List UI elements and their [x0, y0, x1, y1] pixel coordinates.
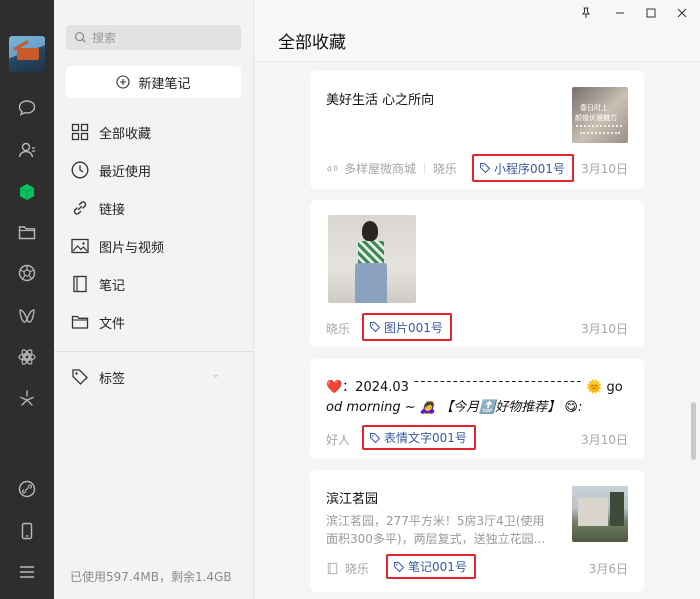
sidebar-item-all[interactable]: 全部收藏 [70, 120, 240, 144]
nav-rail [0, 0, 54, 599]
scrollbar[interactable] [691, 402, 696, 460]
card-text-line-1: ❤️：2024.03 ˉˉˉˉˉˉˉˉˉˉˉˉˉˉˉˉˉˉˉˉˉˉˉˉˉˉ 🌞 … [326, 380, 623, 395]
notebook-icon [73, 275, 87, 293]
tag-label: 笔记001号 [408, 560, 467, 574]
plus-circle-icon [116, 75, 131, 89]
sidebar-item-notes[interactable]: 笔记 [70, 272, 240, 296]
grid-icon [71, 123, 89, 141]
folder-icon [71, 315, 89, 329]
sidebar-item-label: 文件 [99, 316, 126, 332]
tag-icon [72, 369, 88, 385]
sidebar-divider [54, 351, 254, 352]
tag-label: 表情文字001号 [384, 431, 467, 445]
tag-badge[interactable]: 表情文字001号 [362, 425, 476, 450]
favorite-card-miniprogram[interactable]: 美好生活 心之所向 春日时上 颜值优雅魅力 多样屋微商城 晓乐 小程序001号 … [310, 71, 644, 189]
search-icon [74, 31, 86, 43]
tag-icon [370, 322, 381, 333]
sidebar-item-label: 全部收藏 [99, 126, 152, 142]
mini-program-link-icon [327, 165, 338, 172]
new-note-button[interactable]: 新建笔记 [66, 66, 241, 98]
close-icon[interactable] [674, 5, 690, 21]
card-title: 美好生活 心之所向 [326, 93, 435, 108]
tag-icon [370, 432, 381, 443]
card-thumbnail: 春日时上 颜值优雅魅力 [572, 87, 628, 143]
tag-badge[interactable]: 图片001号 [362, 313, 452, 341]
avatar[interactable] [9, 36, 45, 72]
chat-icon[interactable] [15, 96, 39, 120]
favorite-card-image[interactable]: 晓乐 图片001号 3月10日 [310, 200, 644, 347]
clock-icon [71, 161, 89, 179]
link-circle-icon[interactable] [15, 477, 39, 501]
moments-icon[interactable] [15, 261, 39, 285]
card-meta: 好人 [326, 431, 350, 448]
storage-usage: 已使用597.4MB，剩余1.4GB [70, 570, 232, 584]
sidebar-item-recent[interactable]: 最近使用 [70, 158, 240, 182]
page-title: 全部收藏 [278, 33, 346, 53]
tag-icon [480, 163, 491, 174]
note-icon [327, 562, 338, 575]
sidebar-item-tags[interactable]: 标签 ⌄ [70, 365, 240, 389]
sidebar-item-media[interactable]: 图片与视频 [70, 234, 240, 258]
card-meta: 晓乐 [326, 560, 369, 577]
favorite-card-note[interactable]: 滨江茗园 滨江茗园，277平方米！5房3厅4卫(使用 面积300多平)，两层复式… [310, 470, 644, 592]
pin-icon[interactable] [578, 5, 594, 21]
look-icon[interactable] [15, 386, 39, 410]
sidebar-item-label: 最近使用 [99, 164, 152, 180]
card-date: 3月10日 [581, 322, 628, 336]
sidebar-item-links[interactable]: 链接 [70, 196, 240, 220]
card-author: 好人 [326, 433, 351, 447]
card-title: 滨江茗园 [326, 492, 379, 507]
thumbnail-caption-2: 颜值优雅魅力 [575, 114, 617, 122]
card-body-line-1: 滨江茗园，277平方米！5房3厅4卫(使用 [326, 514, 545, 528]
maximize-icon[interactable] [643, 5, 659, 21]
tag-badge[interactable]: 笔记001号 [386, 554, 476, 579]
card-thumbnail [572, 486, 628, 542]
tag-label: 小程序001号 [494, 161, 565, 176]
card-date: 3月6日 [588, 562, 628, 576]
mini-program-icon[interactable] [15, 345, 39, 369]
card-body-line-2: 面积300多平)，两层复式，送独立花园... [326, 532, 546, 546]
card-meta: 多样屋微商城 晓乐 [326, 160, 457, 177]
tag-label: 图片001号 [384, 320, 443, 335]
link-icon [73, 201, 87, 215]
sidebar-item-label: 笔记 [99, 278, 126, 294]
image-icon [71, 238, 89, 254]
card-date: 3月10日 [581, 162, 628, 176]
sidebar-item-files[interactable]: 文件 [70, 310, 240, 334]
card-author: 晓乐 [326, 322, 351, 336]
minimize-icon[interactable] [612, 5, 628, 21]
card-author: 晓乐 [433, 162, 458, 176]
menu-icon[interactable] [15, 560, 39, 584]
card-author: 晓乐 [345, 562, 370, 576]
sidebar-item-label: 标签 [99, 371, 126, 387]
card-image [328, 215, 416, 303]
card-text-line-2: od morning ~ 🙇‍♀️ 【今月🔝好物推荐】 😋: [326, 400, 583, 415]
favorite-card-text[interactable]: ❤️：2024.03 ˉˉˉˉˉˉˉˉˉˉˉˉˉˉˉˉˉˉˉˉˉˉˉˉˉˉ 🌞 … [310, 359, 644, 459]
main-header: 全部收藏 [254, 0, 700, 62]
favorites-sidebar: 搜索 新建笔记 全部收藏 最近使用 链接 图片与视频 笔记 文件 标签 ⌄ 已使… [54, 0, 254, 599]
channels-icon[interactable] [15, 304, 39, 328]
folder-icon[interactable] [15, 220, 39, 244]
phone-icon[interactable] [15, 519, 39, 543]
card-meta: 晓乐 [326, 320, 350, 337]
contacts-icon[interactable] [15, 138, 39, 162]
search-placeholder: 搜索 [92, 31, 117, 45]
thumbnail-caption-1: 春日时上 [580, 104, 608, 112]
tag-icon [394, 561, 405, 572]
avatar-excavator-body [17, 48, 39, 60]
sidebar-item-label: 链接 [99, 202, 126, 218]
card-date: 3月10日 [581, 433, 628, 447]
favorites-cube-icon[interactable] [15, 180, 39, 204]
search-input[interactable]: 搜索 [66, 25, 241, 50]
card-source: 多样屋微商城 [344, 162, 417, 176]
new-note-label: 新建笔记 [138, 76, 191, 92]
sidebar-item-label: 图片与视频 [99, 240, 165, 256]
favorites-main: 全部收藏 美好生活 心之所向 春日时上 颜值优雅魅力 多样屋微商城 晓乐 小程序… [254, 0, 700, 599]
tag-badge[interactable]: 小程序001号 [472, 154, 574, 182]
chevron-down-icon[interactable]: ⌄ [212, 369, 220, 380]
